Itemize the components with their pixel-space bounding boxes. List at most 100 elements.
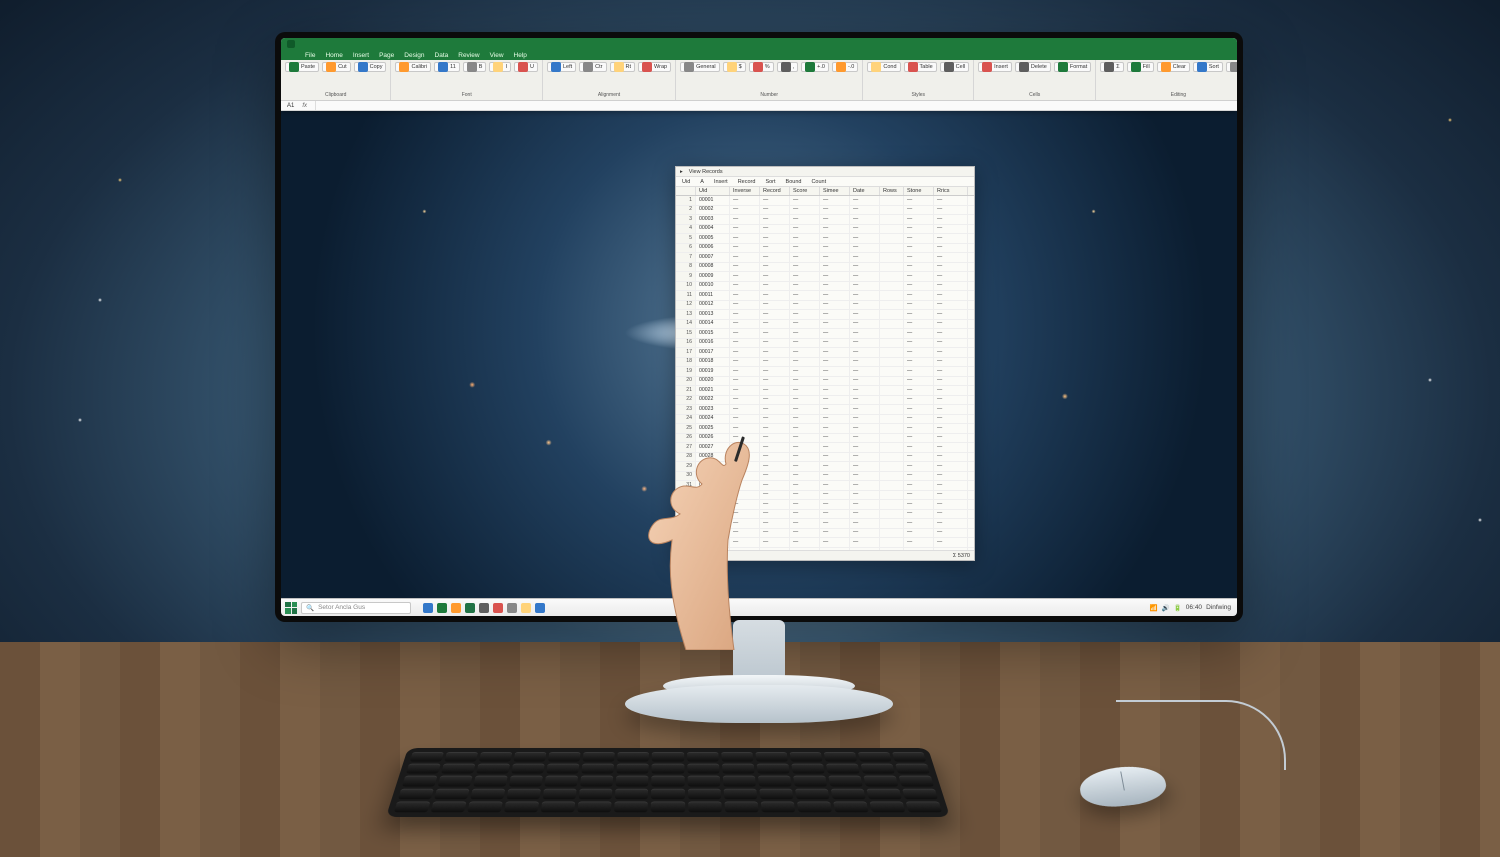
table-row[interactable]: 2500025——————— bbox=[676, 424, 974, 434]
cell[interactable]: — bbox=[934, 253, 968, 262]
cell[interactable]: — bbox=[934, 443, 968, 452]
cell[interactable]: — bbox=[760, 529, 790, 538]
cell[interactable]: — bbox=[730, 234, 760, 243]
cell[interactable]: — bbox=[934, 386, 968, 395]
cell[interactable]: — bbox=[934, 491, 968, 500]
row-header[interactable]: 14 bbox=[676, 320, 696, 329]
cell[interactable]: — bbox=[820, 415, 850, 424]
cell[interactable]: — bbox=[934, 377, 968, 386]
cell[interactable]: — bbox=[790, 481, 820, 490]
cell[interactable]: 00022 bbox=[696, 396, 730, 405]
cell[interactable]: — bbox=[904, 282, 934, 291]
row-header[interactable]: 9 bbox=[676, 272, 696, 281]
row-header[interactable]: 31 bbox=[676, 481, 696, 490]
cell[interactable]: — bbox=[790, 424, 820, 433]
name-box[interactable]: A1 bbox=[287, 103, 294, 109]
column-header[interactable] bbox=[676, 187, 696, 195]
cell[interactable]: — bbox=[934, 510, 968, 519]
cell[interactable]: — bbox=[904, 377, 934, 386]
row-header[interactable]: 3 bbox=[676, 215, 696, 224]
cell[interactable]: — bbox=[850, 367, 880, 376]
ribbon-button[interactable]: Wrap bbox=[638, 62, 671, 72]
cell[interactable]: — bbox=[730, 434, 760, 443]
cell[interactable]: — bbox=[790, 415, 820, 424]
cell[interactable]: — bbox=[934, 367, 968, 376]
column-header[interactable]: Record bbox=[760, 187, 790, 195]
cell[interactable] bbox=[880, 339, 904, 348]
cell[interactable]: — bbox=[790, 244, 820, 253]
cell[interactable]: — bbox=[790, 301, 820, 310]
cell[interactable]: — bbox=[790, 196, 820, 205]
cell[interactable] bbox=[880, 234, 904, 243]
cell[interactable] bbox=[880, 367, 904, 376]
cell[interactable]: — bbox=[934, 453, 968, 462]
cell[interactable]: 00007 bbox=[696, 253, 730, 262]
cell[interactable]: — bbox=[850, 206, 880, 215]
cell[interactable]: 00019 bbox=[696, 367, 730, 376]
cell[interactable]: 00025 bbox=[696, 424, 730, 433]
cell[interactable]: — bbox=[790, 234, 820, 243]
cell[interactable]: — bbox=[850, 234, 880, 243]
row-header[interactable]: 20 bbox=[676, 377, 696, 386]
cell[interactable]: — bbox=[904, 472, 934, 481]
cell[interactable]: — bbox=[934, 405, 968, 414]
column-header[interactable]: Stone bbox=[904, 187, 934, 195]
cell[interactable]: — bbox=[850, 244, 880, 253]
menu-file[interactable]: File bbox=[305, 52, 315, 59]
cell[interactable]: — bbox=[730, 396, 760, 405]
cell[interactable] bbox=[880, 206, 904, 215]
cell[interactable]: — bbox=[850, 424, 880, 433]
row-header[interactable]: 27 bbox=[676, 443, 696, 452]
cell[interactable]: 00027 bbox=[696, 443, 730, 452]
column-header[interactable]: Inverse bbox=[730, 187, 760, 195]
cell[interactable]: — bbox=[934, 291, 968, 300]
taskbar-app-photos[interactable] bbox=[493, 603, 503, 613]
cell[interactable]: 00004 bbox=[696, 225, 730, 234]
cell[interactable]: — bbox=[904, 358, 934, 367]
cell[interactable]: — bbox=[904, 510, 934, 519]
cell[interactable]: — bbox=[760, 396, 790, 405]
cell[interactable]: — bbox=[850, 301, 880, 310]
cell[interactable] bbox=[880, 310, 904, 319]
ribbon-button[interactable]: Delete bbox=[1015, 62, 1051, 72]
cell[interactable]: — bbox=[760, 443, 790, 452]
cell[interactable]: — bbox=[730, 519, 760, 528]
ribbon-button[interactable]: +.0 bbox=[801, 62, 829, 72]
cell[interactable]: 00005 bbox=[696, 234, 730, 243]
cell[interactable]: — bbox=[820, 538, 850, 547]
cell[interactable]: — bbox=[904, 272, 934, 281]
cell[interactable]: — bbox=[904, 253, 934, 262]
cell[interactable]: — bbox=[904, 329, 934, 338]
cell[interactable]: — bbox=[904, 386, 934, 395]
cell[interactable] bbox=[880, 481, 904, 490]
menu-bar[interactable]: FileHomeInsertPageDesignDataReviewViewHe… bbox=[281, 50, 1237, 60]
cell[interactable] bbox=[880, 386, 904, 395]
table-row[interactable]: 3600036——————— bbox=[676, 529, 974, 539]
cell[interactable]: — bbox=[850, 396, 880, 405]
taskbar-app-store[interactable] bbox=[451, 603, 461, 613]
cell[interactable] bbox=[880, 396, 904, 405]
cell[interactable]: — bbox=[760, 481, 790, 490]
cell[interactable]: 00023 bbox=[696, 405, 730, 414]
cell[interactable]: — bbox=[934, 263, 968, 272]
cell[interactable]: — bbox=[820, 310, 850, 319]
cell[interactable]: — bbox=[934, 500, 968, 509]
cell[interactable]: — bbox=[820, 244, 850, 253]
cell[interactable]: — bbox=[850, 491, 880, 500]
cell[interactable]: 00030 bbox=[696, 472, 730, 481]
panel-toolbar[interactable]: UidAInsertRecordSortBoundCount bbox=[676, 177, 974, 187]
cell[interactable]: — bbox=[730, 481, 760, 490]
cell[interactable]: — bbox=[760, 310, 790, 319]
table-row[interactable]: 100001——————— bbox=[676, 196, 974, 206]
panel-titlebar[interactable]: ▸View Records bbox=[676, 167, 974, 177]
cell[interactable]: — bbox=[904, 405, 934, 414]
cell[interactable]: — bbox=[790, 291, 820, 300]
cell[interactable]: — bbox=[790, 443, 820, 452]
row-header[interactable]: 16 bbox=[676, 339, 696, 348]
cell[interactable]: — bbox=[934, 206, 968, 215]
cell[interactable]: — bbox=[850, 519, 880, 528]
cell[interactable]: — bbox=[790, 206, 820, 215]
cell[interactable]: — bbox=[820, 206, 850, 215]
cell[interactable]: — bbox=[730, 225, 760, 234]
cell[interactable]: — bbox=[790, 405, 820, 414]
